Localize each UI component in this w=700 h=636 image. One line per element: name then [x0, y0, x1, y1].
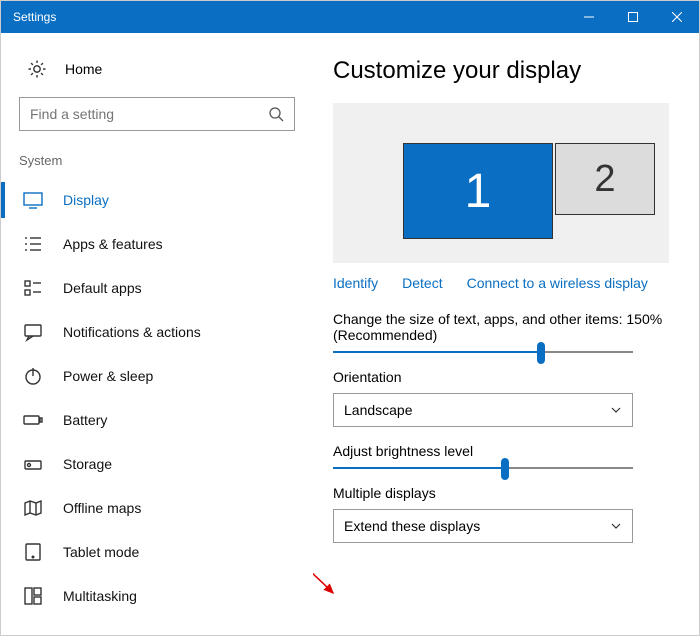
multiple-value: Extend these displays	[344, 518, 480, 534]
monitor-1[interactable]: 1	[403, 143, 553, 239]
sidebar-item-storage[interactable]: Storage	[1, 442, 313, 486]
wireless-link[interactable]: Connect to a wireless display	[467, 275, 648, 291]
brightness-label: Adjust brightness level	[333, 443, 669, 459]
multiple-displays-select[interactable]: Extend these displays	[333, 509, 633, 543]
close-button[interactable]	[655, 1, 699, 33]
search-input[interactable]	[19, 97, 295, 131]
nav-list: Display Apps & features Default apps Not…	[1, 178, 313, 635]
defaults-icon	[23, 278, 43, 298]
brightness-slider[interactable]	[333, 467, 633, 469]
orientation-setting: Orientation Landscape	[333, 369, 669, 427]
detect-link[interactable]: Detect	[402, 275, 442, 291]
orientation-value: Landscape	[344, 402, 413, 418]
sidebar-item-notifications[interactable]: Notifications & actions	[1, 310, 313, 354]
sidebar-item-label: Storage	[63, 456, 112, 472]
sidebar-item-display[interactable]: Display	[1, 178, 313, 222]
slider-thumb[interactable]	[501, 458, 509, 480]
multitask-icon	[23, 586, 43, 606]
identify-link[interactable]: Identify	[333, 275, 378, 291]
titlebar: Settings	[1, 1, 699, 33]
search-icon	[268, 106, 284, 122]
sidebar-item-label: Display	[63, 192, 109, 208]
sidebar-item-label: Notifications & actions	[63, 324, 201, 340]
sidebar-item-label: Offline maps	[63, 500, 141, 516]
battery-icon	[23, 410, 43, 430]
sidebar: Home System Display Apps & features Defa…	[1, 33, 313, 635]
sidebar-item-label: Apps & features	[63, 236, 163, 252]
scale-setting: Change the size of text, apps, and other…	[333, 311, 669, 353]
maximize-button[interactable]	[611, 1, 655, 33]
monitor-2[interactable]: 2	[555, 143, 655, 215]
sidebar-item-maps[interactable]: Offline maps	[1, 486, 313, 530]
window-controls	[567, 1, 699, 33]
home-button[interactable]: Home	[1, 55, 313, 97]
display-icon	[23, 190, 43, 210]
gear-icon	[27, 59, 47, 79]
map-icon	[23, 498, 43, 518]
sidebar-item-label: Default apps	[63, 280, 142, 296]
multiple-label: Multiple displays	[333, 485, 669, 501]
sidebar-item-battery[interactable]: Battery	[1, 398, 313, 442]
multiple-displays-setting: Multiple displays Extend these displays	[333, 485, 669, 543]
minimize-button[interactable]	[567, 1, 611, 33]
home-label: Home	[65, 61, 102, 77]
preview-actions: Identify Detect Connect to a wireless di…	[333, 275, 669, 291]
sidebar-item-label: Tablet mode	[63, 544, 139, 560]
search-field[interactable]	[30, 106, 268, 122]
page-title: Customize your display	[333, 57, 669, 85]
window-title: Settings	[13, 10, 567, 24]
chat-icon	[23, 322, 43, 342]
brightness-setting: Adjust brightness level	[333, 443, 669, 469]
sidebar-item-multitasking[interactable]: Multitasking	[1, 574, 313, 618]
sidebar-item-apps[interactable]: Apps & features	[1, 222, 313, 266]
orientation-select[interactable]: Landscape	[333, 393, 633, 427]
sidebar-item-label: Battery	[63, 412, 107, 428]
tablet-icon	[23, 542, 43, 562]
sidebar-item-label: Multitasking	[63, 588, 137, 604]
scale-label: Change the size of text, apps, and other…	[333, 311, 669, 343]
storage-icon	[23, 454, 43, 474]
sidebar-item-power[interactable]: Power & sleep	[1, 354, 313, 398]
list-icon	[23, 234, 43, 254]
chevron-down-icon	[610, 404, 622, 416]
scale-slider[interactable]	[333, 351, 633, 353]
sidebar-item-label: Power & sleep	[63, 368, 153, 384]
sidebar-group-label: System	[1, 153, 313, 178]
main-panel: Customize your display 1 2 Identify Dete…	[313, 33, 699, 635]
sidebar-item-tablet[interactable]: Tablet mode	[1, 530, 313, 574]
chevron-down-icon	[610, 520, 622, 532]
slider-thumb[interactable]	[537, 342, 545, 364]
power-icon	[23, 366, 43, 386]
orientation-label: Orientation	[333, 369, 669, 385]
sidebar-item-default-apps[interactable]: Default apps	[1, 266, 313, 310]
display-arrangement[interactable]: 1 2	[333, 103, 669, 263]
